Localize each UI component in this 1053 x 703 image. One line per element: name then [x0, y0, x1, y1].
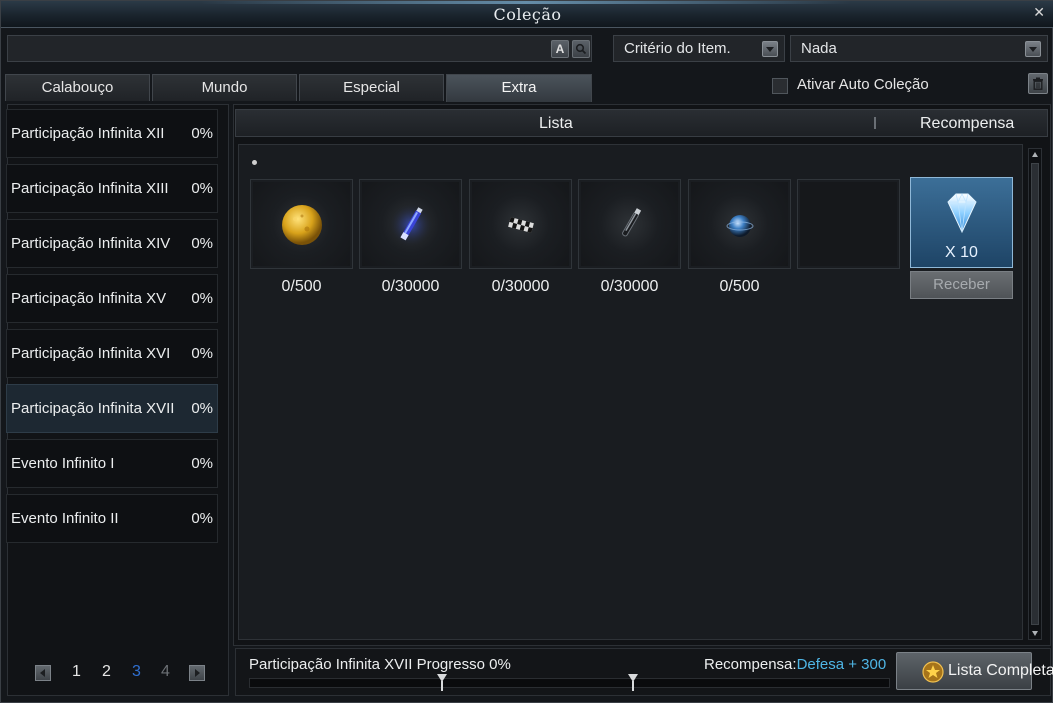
tab-especial[interactable]: Especial	[299, 74, 444, 101]
window-title: Coleção	[493, 5, 562, 24]
item-count: 0/30000	[600, 278, 659, 295]
list-scrollbar[interactable]	[1028, 148, 1042, 640]
blue-vial-icon	[389, 203, 433, 247]
item-slot[interactable]	[469, 179, 572, 269]
column-separator	[874, 117, 876, 129]
dark-vial-icon	[622, 208, 642, 237]
page-3[interactable]: 3	[132, 663, 141, 681]
page-4[interactable]: 4	[161, 663, 170, 681]
reward-summary: Recompensa:Defesa + 300	[704, 656, 886, 673]
item-slot[interactable]	[250, 179, 353, 269]
item-count: 0/30000	[381, 278, 440, 295]
category-name: Participação Infinita XII	[11, 125, 165, 142]
category-item[interactable]: Participação Infinita XIII 0%	[6, 164, 218, 213]
slot-background	[800, 182, 897, 266]
list-column-header: Lista	[539, 115, 573, 132]
alphabet-sort-button[interactable]: A	[551, 40, 569, 58]
search-input[interactable]	[14, 39, 544, 59]
chevron-down-icon	[1025, 41, 1041, 57]
title-bar[interactable]: Coleção ✕	[1, 1, 1053, 28]
filter-value-dropdown[interactable]: Nada	[790, 35, 1048, 62]
reward-column-header: Recompensa	[920, 115, 1015, 132]
checkered-flag-icon	[508, 217, 534, 233]
trash-icon	[1033, 77, 1043, 90]
category-item[interactable]: Participação Infinita XV 0%	[6, 274, 218, 323]
page-1[interactable]: 1	[72, 663, 81, 681]
item-count: 0/500	[281, 278, 322, 295]
category-item[interactable]: Participação Infinita XIV 0%	[6, 219, 218, 268]
category-name: Evento Infinito I	[11, 455, 115, 472]
progress-track	[249, 678, 890, 688]
reward-slot[interactable]: X 10	[910, 177, 1013, 268]
item-count: 0/500	[719, 278, 760, 295]
category-percent: 0%	[191, 180, 213, 197]
claim-reward-button[interactable]: Receber	[910, 271, 1013, 299]
item-slot[interactable]	[688, 179, 791, 269]
category-percent: 0%	[191, 125, 213, 142]
scroll-thumb[interactable]	[1031, 163, 1039, 625]
page-2[interactable]: 2	[102, 663, 111, 681]
category-percent: 0%	[191, 510, 213, 527]
category-percent: 0%	[191, 400, 213, 417]
category-name: Participação Infinita XIII	[11, 180, 169, 197]
category-name: Participação Infinita XVI	[11, 345, 171, 362]
category-item[interactable]: Participação Infinita XII 0%	[6, 109, 218, 158]
category-item-selected[interactable]: Participação Infinita XVII 0%	[6, 384, 218, 433]
pagination: 1 2 3 4	[29, 662, 209, 684]
empty-item-slot	[797, 179, 900, 269]
full-list-button[interactable]: Lista Completa	[896, 652, 1053, 690]
tab-extra[interactable]: Extra	[446, 74, 592, 102]
search-box: A	[7, 35, 592, 62]
prev-page-button[interactable]	[35, 665, 51, 681]
search-button[interactable]	[572, 40, 590, 58]
category-percent: 0%	[191, 455, 213, 472]
full-list-label: Lista Completa	[948, 662, 1053, 679]
category-item[interactable]: Participação Infinita XVI 0%	[6, 329, 218, 378]
gold-orb-icon	[282, 205, 322, 245]
item-count: 0/30000	[491, 278, 550, 295]
scroll-up-icon[interactable]	[1032, 152, 1038, 157]
tab-calabouco[interactable]: Calabouço	[5, 74, 150, 101]
category-name: Participação Infinita XV	[11, 290, 167, 307]
item-slot[interactable]	[359, 179, 462, 269]
next-page-button[interactable]	[189, 665, 205, 681]
trash-button[interactable]	[1028, 73, 1048, 94]
reward-summary-value: Defesa + 300	[796, 656, 887, 673]
criteria-dropdown[interactable]: Critério do Item.	[613, 35, 785, 62]
category-percent: 0%	[191, 290, 213, 307]
category-name: Evento Infinito II	[11, 510, 119, 527]
filter-value-label: Nada	[801, 40, 837, 57]
collection-window: Coleção ✕ A Critério do Item. Nada Calab…	[0, 0, 1053, 703]
blue-sphere-icon	[726, 215, 754, 237]
star-icon	[922, 661, 944, 683]
chevron-down-icon	[762, 41, 778, 57]
reward-summary-label: Recompensa:	[704, 656, 797, 673]
category-item[interactable]: Evento Infinito II 0%	[6, 494, 218, 543]
progress-label: Participação Infinita XVII Progresso 0%	[249, 656, 511, 673]
column-header: Lista Recompensa	[235, 109, 1048, 137]
criteria-label: Critério do Item.	[624, 40, 731, 57]
progress-marker	[437, 674, 447, 691]
reward-quantity: X 10	[945, 244, 978, 261]
category-name: Participação Infinita XVII	[11, 400, 175, 417]
progress-marker	[628, 674, 638, 691]
category-percent: 0%	[191, 235, 213, 252]
category-name: Participação Infinita XIV	[11, 235, 171, 252]
diamond-icon	[947, 193, 977, 234]
title-glow	[201, 1, 851, 4]
auto-collect-label: Ativar Auto Coleção	[797, 76, 929, 93]
tab-mundo[interactable]: Mundo	[152, 74, 297, 101]
search-icon	[575, 43, 587, 55]
auto-collect-checkbox[interactable]	[772, 78, 788, 94]
item-slot[interactable]	[578, 179, 681, 269]
close-button[interactable]: ✕	[1033, 4, 1045, 21]
scroll-down-icon[interactable]	[1032, 631, 1038, 636]
category-percent: 0%	[191, 345, 213, 362]
category-item[interactable]: Evento Infinito I 0%	[6, 439, 218, 488]
bullet-icon	[252, 160, 257, 165]
